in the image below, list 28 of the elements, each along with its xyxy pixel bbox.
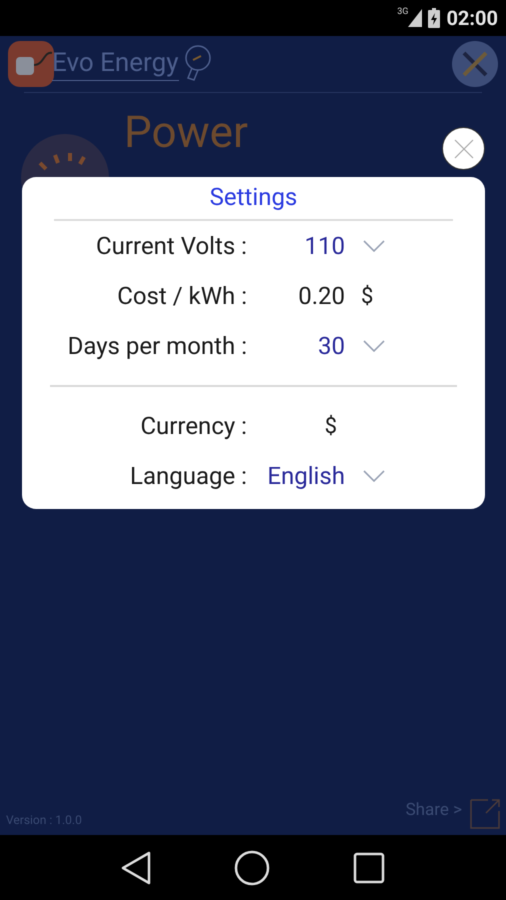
plug-logo-icon (8, 41, 54, 87)
field-label: Current Volts : (95, 231, 247, 262)
chevron-down-icon (363, 240, 385, 252)
unit-label: $ (361, 282, 374, 310)
power-heading: Power (124, 105, 248, 160)
close-button[interactable] (442, 127, 485, 170)
field-label: Currency : (139, 411, 247, 442)
chevron-down-icon (363, 340, 385, 352)
clock: 02:00 (446, 5, 498, 32)
field-label: Days per month : (66, 331, 247, 362)
chevron-down-icon (363, 470, 385, 482)
dialog-title: Settings (208, 182, 298, 213)
app-name: Evo Energy (52, 47, 179, 81)
field-value[interactable]: 0.20 (267, 278, 345, 314)
home-icon[interactable] (234, 850, 270, 886)
signal-icon (408, 9, 422, 27)
field-value: $ (324, 412, 337, 440)
value-dropdown[interactable]: 110 (267, 228, 385, 264)
recents-icon[interactable] (352, 852, 385, 884)
field-label: Cost / kWh : (116, 281, 247, 312)
field-label: Language : (129, 461, 247, 492)
network-label: 3G (397, 8, 408, 17)
battery-icon (428, 8, 440, 28)
tools-icon[interactable] (452, 41, 498, 87)
close-icon (454, 138, 474, 158)
value-dropdown[interactable]: 30 (267, 328, 385, 364)
value-dropdown[interactable]: English (267, 458, 385, 494)
back-icon[interactable] (121, 850, 152, 884)
